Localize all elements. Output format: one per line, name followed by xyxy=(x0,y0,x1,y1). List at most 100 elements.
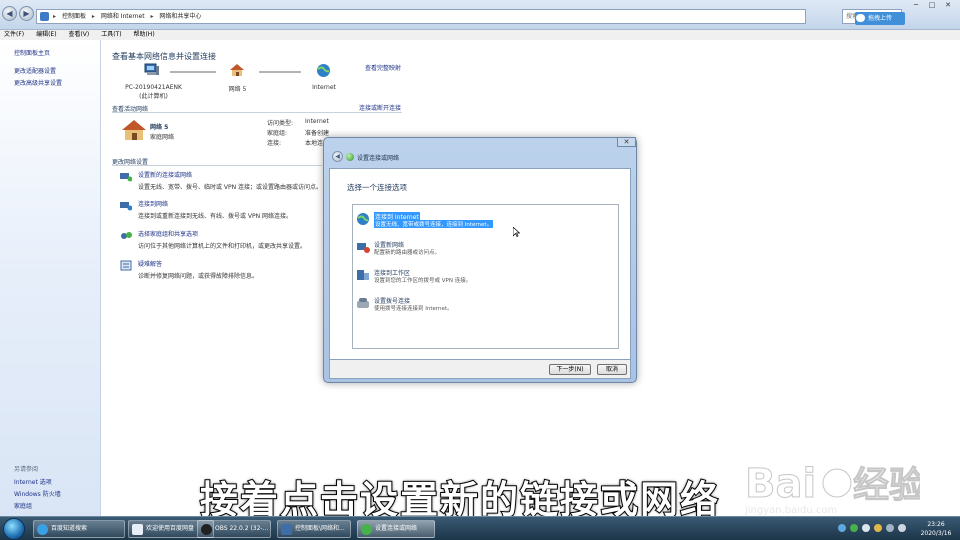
forward-button[interactable]: ▶ xyxy=(19,6,34,21)
network-setup-icon xyxy=(346,153,354,161)
taskbar: 百度知道搜索 欢迎使用百度网盘 OBS 22.0.2 (32-... 控制面板\… xyxy=(0,516,960,540)
map-connector xyxy=(259,71,301,73)
cancel-button[interactable]: 取消 xyxy=(597,364,627,375)
homegroup-icon xyxy=(121,232,132,239)
system-tray xyxy=(838,524,913,534)
task-new-connection-desc: 设置无线、宽带、拨号、临时或 VPN 连接；或设置路由器或访问点。 xyxy=(138,184,323,191)
section-divider xyxy=(112,165,322,166)
taskbar-label: 控制面板\网络和... xyxy=(295,525,345,532)
taskbar-label: 设置连接或网络 xyxy=(375,525,418,532)
taskbar-item-setup-dialog[interactable]: 设置连接或网络 xyxy=(357,520,435,538)
option-connect-internet[interactable]: 连接到 Internet 设置无线、宽带或拨号连接，连接到 Internet。 xyxy=(356,210,616,230)
option-desc: 配置新的路由器或访问点。 xyxy=(374,250,441,256)
option-desc: 设置到您的工作区的拨号或 VPN 连接。 xyxy=(374,278,472,284)
next-button[interactable]: 下一步(N) xyxy=(549,364,591,375)
dialog-body: 选择一个连接选项 连接到 Internet 设置无线、宽带或拨号连接，连接到 I… xyxy=(329,168,631,360)
address-input[interactable]: ▸ 控制面板 ▸ 网络和 Internet ▸ 网络和共享中心 xyxy=(36,9,806,24)
setup-connection-dialog: ◀ 设置连接或网络 选择一个连接选项 连接到 Internet 设置无线、宽带或… xyxy=(323,137,637,383)
breadcrumb-control-panel[interactable]: 控制面板 xyxy=(62,13,86,20)
cloud-icon xyxy=(856,14,865,22)
home-network-icon xyxy=(122,120,146,140)
computer-icon xyxy=(144,63,159,75)
workplace-icon xyxy=(357,270,369,280)
connect-disconnect-link[interactable]: 连接或断开连接 xyxy=(359,103,401,112)
task-homegroup-desc: 访问位于其他网络计算机上的文件和打印机，或更改共享设置。 xyxy=(138,243,307,250)
sidebar-link-sharing[interactable]: 更改高级共享设置 xyxy=(14,78,62,87)
task-homegroup: 选择家庭组和共享选项 访问位于其他网络计算机上的文件和打印机，或更改共享设置。 xyxy=(121,229,307,250)
tray-icon[interactable] xyxy=(849,524,858,532)
back-button[interactable]: ◀ xyxy=(2,6,17,21)
task-new-connection: 设置新的连接或网络 设置无线、宽带、拨号、临时或 VPN 连接；或设置路由器或访… xyxy=(120,170,323,191)
breadcrumb-network-internet[interactable]: 网络和 Internet xyxy=(101,13,145,20)
svg-text:Bai: Bai xyxy=(745,461,816,507)
full-map-link[interactable]: 查看完整映射 xyxy=(365,63,401,72)
connection-label: 连接: xyxy=(267,140,282,147)
menu-bar: 文件(F) 编辑(E) 查看(V) 工具(T) 帮助(H) xyxy=(0,30,960,40)
taskbar-label: 欢迎使用百度网盘 xyxy=(146,525,195,532)
dialog-close-button[interactable]: ✕ xyxy=(617,137,636,147)
task-troubleshoot: 疑难解答 诊断并修复网络问题，或获得故障排除信息。 xyxy=(120,259,258,280)
maximize-icon[interactable]: □ xyxy=(924,1,940,9)
connection-link[interactable]: 本地连 xyxy=(305,138,323,147)
menu-file[interactable]: 文件(F) xyxy=(4,31,24,38)
sidebar-link-adapter[interactable]: 更改适配器设置 xyxy=(14,66,56,75)
minimize-icon[interactable]: ─ xyxy=(908,1,924,9)
sidebar-link-internet-options[interactable]: Internet 选项 xyxy=(14,477,52,486)
network-type-link[interactable]: 家庭网络 xyxy=(150,132,174,141)
clock-time: 23:26 xyxy=(927,521,945,528)
sidebar-link-firewall[interactable]: Windows 防火墙 xyxy=(14,489,61,498)
tray-icon[interactable] xyxy=(861,524,870,532)
sidebar-link-homegroup[interactable]: 家庭组 xyxy=(14,501,32,510)
map-connector xyxy=(170,71,216,73)
network-tray-icon[interactable] xyxy=(885,524,894,532)
menu-help[interactable]: 帮助(H) xyxy=(133,31,154,38)
homegroup-link[interactable]: 准备创建 xyxy=(305,128,329,137)
dialog-title: 设置连接或网络 xyxy=(357,155,400,162)
control-panel-icon xyxy=(40,12,49,21)
menu-tools[interactable]: 工具(T) xyxy=(101,31,121,38)
task-connect-network-desc: 连接到或重新连接到无线、有线、拨号或 VPN 网络连接。 xyxy=(138,213,293,220)
menu-edit[interactable]: 编辑(E) xyxy=(36,31,56,38)
house-icon xyxy=(230,64,244,76)
taskbar-item-browser[interactable]: 百度知道搜索 xyxy=(33,520,125,538)
dialog-heading: 选择一个连接选项 xyxy=(347,183,407,192)
taskbar-label: OBS 22.0.2 (32-... xyxy=(215,525,269,532)
sidebar-link-home[interactable]: 控制面板主页 xyxy=(14,48,50,57)
router-icon xyxy=(357,243,370,253)
taskbar-label: 百度知道搜索 xyxy=(51,525,88,532)
option-workplace[interactable]: 连接到工作区 设置到您的工作区的拨号或 VPN 连接。 xyxy=(356,266,616,286)
taskbar-item-obs[interactable]: OBS 22.0.2 (32-... xyxy=(197,520,271,538)
address-bar: ◀ ▶ ▸ 控制面板 ▸ 网络和 Internet ▸ 网络和共享中心 搜索 拖… xyxy=(0,0,960,30)
dialog-footer: 下一步(N) 取消 xyxy=(329,360,631,379)
chevron-right-icon: ▸ xyxy=(91,13,95,20)
network-setup-icon xyxy=(361,524,372,535)
task-new-connection-link[interactable]: 设置新的连接或网络 xyxy=(138,170,322,179)
map-node-internet: Internet xyxy=(312,84,336,91)
task-connect-network-link[interactable]: 连接到网络 xyxy=(138,199,292,208)
obs-icon xyxy=(201,524,212,535)
volume-icon[interactable] xyxy=(897,524,906,532)
chevron-right-icon: ▸ xyxy=(150,13,154,20)
page-title: 查看基本网络信息并设置连接 xyxy=(112,52,216,61)
task-troubleshoot-link[interactable]: 疑难解答 xyxy=(138,259,258,268)
internet-globe-icon xyxy=(357,213,369,225)
task-homegroup-link[interactable]: 选择家庭组和共享选项 xyxy=(138,229,306,238)
option-new-network[interactable]: 设置新网络 配置新的路由器或访问点。 xyxy=(356,238,616,258)
map-node-network: 网络 5 xyxy=(228,86,247,93)
sidebar: 控制面板主页 更改适配器设置 更改高级共享设置 另请参阅 Internet 选项… xyxy=(0,40,101,516)
taskbar-clock[interactable]: 23:26 2020/3/16 xyxy=(916,520,956,538)
dialog-back-button[interactable]: ◀ xyxy=(332,151,343,162)
window-controls: ─ □ ✕ xyxy=(908,1,960,13)
taskbar-item-control-panel[interactable]: 控制面板\网络和... xyxy=(277,520,351,538)
breadcrumb-network-center[interactable]: 网络和共享中心 xyxy=(159,13,201,20)
option-desc: 设置无线、宽带或拨号连接，连接到 Internet。 xyxy=(374,220,494,228)
tray-icon[interactable] xyxy=(873,524,882,532)
homegroup-label: 家庭组: xyxy=(267,130,288,137)
start-button[interactable] xyxy=(3,518,25,540)
option-dialup[interactable]: 设置拨号连接 使用拨号连接连接到 Internet。 xyxy=(356,294,616,314)
access-type-value: Internet xyxy=(305,118,329,125)
clock-date: 2020/3/16 xyxy=(920,530,952,537)
close-icon[interactable]: ✕ xyxy=(940,1,956,9)
tray-icon[interactable] xyxy=(838,524,846,532)
menu-view[interactable]: 查看(V) xyxy=(68,31,89,38)
